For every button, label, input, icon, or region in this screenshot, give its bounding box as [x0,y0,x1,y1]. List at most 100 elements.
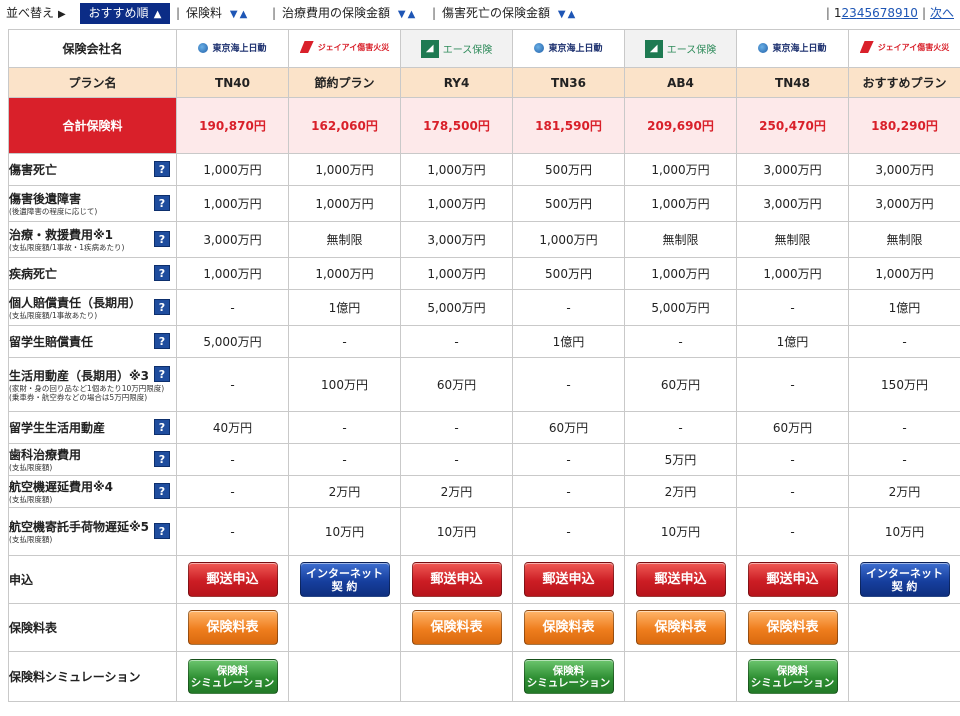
simulation-cell: 保険料 シミュレーション [736,651,849,702]
coverage-value: - [512,507,625,556]
mail-apply-button[interactable]: 郵送申込 [635,562,726,597]
internet-apply-button[interactable]: インターネット契 約 [859,562,950,597]
coverage-value: 10万円 [400,507,513,556]
apply-row: 申込 郵送申込 インターネット契 約郵送申込 郵送申込 郵送申込 郵送申込 インターネット契… [8,555,960,604]
help-icon[interactable]: ? [154,482,170,499]
rate-table-cell: 保険料表 [176,603,289,652]
coverage-row: 疾病死亡? 1,000万円 1,000万円 1,000万円 500万円 1,000万円 1,… [8,257,960,290]
coverage-value: 1,000万円 [512,221,625,258]
simulation-button[interactable]: 保険料 シミュレーション [747,659,838,694]
coverage-value: 5,000万円 [176,325,289,358]
help-icon[interactable]: ? [154,160,170,177]
ace-logo-icon: ◢ [644,39,663,58]
apply-cell: 郵送申込 [624,555,737,604]
sort-desc-asc-icons[interactable]: ▼▲ [398,9,417,20]
help-icon[interactable]: ? [154,230,170,247]
page-link-8[interactable]: 8 [887,6,895,20]
coverage-label: 歯科治療費用 [9,448,82,462]
help-icon[interactable]: ? [154,450,170,467]
total-premium: 162,060円 [288,97,401,154]
plan-name: AB4 [624,67,737,98]
coverage-label: 航空機寄託手荷物遅延※5 [9,520,150,534]
next-page-link[interactable]: 次へ [930,6,954,20]
company-logo-cell: ◢ エース保険 [400,29,513,68]
rate-table-button[interactable]: 保険料表 [411,610,502,645]
help-icon[interactable]: ? [154,298,170,315]
coverage-value: 1,000万円 [624,153,737,186]
help-icon[interactable]: ? [154,366,170,382]
coverage-value: 1,000万円 [736,257,849,290]
internet-apply-button[interactable]: インターネット契 約 [299,562,390,597]
help-icon[interactable]: ? [154,264,170,281]
page-link-10[interactable]: 10 [903,6,918,20]
simulation-button[interactable]: 保険料 シミュレーション [187,659,278,694]
sort-desc-asc-icons[interactable]: ▼▲ [558,9,577,20]
coverage-value: 60万円 [736,411,849,444]
coverage-value: - [176,475,289,508]
apply-cell: インターネット契 約 [288,555,401,604]
coverage-value: - [400,411,513,444]
mail-apply-button[interactable]: 郵送申込 [411,562,502,597]
coverage-value: 1,000万円 [624,185,737,222]
company-logo-cell: ジェイアイ傷害火災 [288,29,401,68]
coverage-label: 傷害死亡 [9,162,58,177]
coverage-value: 無制限 [736,221,849,258]
simulation-label: 保険料シミュレーション [9,669,141,684]
coverage-value: - [512,289,625,326]
coverage-value: 1,000万円 [176,153,289,186]
rate-table-button[interactable]: 保険料表 [635,610,726,645]
coverage-value: 1億円 [848,289,960,326]
page-link-6[interactable]: 6 [872,6,880,20]
coverage-value: - [176,507,289,556]
sort-bar: 並べ替え ▶ おすすめ順 ▲ | 保険料 ▼▲ | 治療費用の保険金額 ▼▲ | 傷害死… [0,0,960,27]
simulation-button[interactable]: 保険料 シミュレーション [523,659,614,694]
help-icon[interactable]: ? [154,418,170,435]
apply-cell: 郵送申込 [512,555,625,604]
rate-table-button[interactable]: 保険料表 [747,610,838,645]
coverage-row: 航空機寄託手荷物遅延※5 (支払限度額)? -10万円 10万円 -10万円 -10万円 [8,507,960,556]
coverage-value: 1,000万円 [400,153,513,186]
coverage-note: (支払限度額) [9,495,53,504]
coverage-value: - [512,357,625,412]
play-icon: ▶ [58,9,66,20]
coverage-value: - [176,443,289,476]
rate-table-cell: 保険料表 [400,603,513,652]
simulation-cell [288,651,401,702]
rate-table-button[interactable]: 保険料表 [523,610,614,645]
rate-table-row: 保険料表 保険料表 保険料表 保険料表 保険料表 保険料表 [8,603,960,652]
total-premium: 178,500円 [400,97,513,154]
coverage-row: 個人賠償責任（長期用） (支払限度額/1事故あたり)? -1億円 5,000万円 -5,… [8,289,960,326]
coverage-value: - [288,325,401,358]
coverage-value: - [176,289,289,326]
help-icon[interactable]: ? [154,522,170,539]
rate-table-button[interactable]: 保険料表 [187,610,278,645]
coverage-row: 留学生賠償責任? 5,000万円 - -1億円 -1億円 - [8,325,960,358]
plan-name: おすすめプラン [848,67,960,98]
coverage-value: 5,000万円 [624,289,737,326]
help-icon[interactable]: ? [154,332,170,349]
coverage-value: 1億円 [736,325,849,358]
plan-name: RY4 [400,67,513,98]
coverage-row: 生活用動産（長期用）※3 (家財・身の回り品など1個あたり10万円限度) (乗車券・… [8,357,960,412]
coverage-value: 2万円 [288,475,401,508]
page-link-5[interactable]: 5 [864,6,872,20]
coverage-row: 傷害後遺障害 (後遺障害の程度に応じて)? 1,000万円 1,000万円 1,000万… [8,185,960,222]
mail-apply-button[interactable]: 郵送申込 [747,562,838,597]
simulation-line1: 保険料 [776,665,809,677]
page-link-9[interactable]: 9 [895,6,903,20]
mail-apply-button[interactable]: 郵送申込 [523,562,614,597]
plan-name: 節約プラン [288,67,401,98]
coverage-value: 500万円 [512,185,625,222]
sort-desc-asc-icons[interactable]: ▼▲ [230,9,249,20]
coverage-value: - [736,289,849,326]
sort-recommended-button[interactable]: おすすめ順 ▲ [80,3,170,24]
plan-header: プラン名 [8,67,177,98]
page-link-3[interactable]: 3 [849,6,857,20]
mail-apply-button[interactable]: 郵送申込 [187,562,278,597]
coverage-value: - [624,325,737,358]
coverage-label-cell: 疾病死亡? [8,257,177,290]
simulation-label-cell: 保険料シミュレーション [8,651,177,702]
help-icon[interactable]: ? [154,194,170,211]
coverage-value: - [736,357,849,412]
coverage-note: (支払限度額/1事故あたり) [9,311,98,320]
